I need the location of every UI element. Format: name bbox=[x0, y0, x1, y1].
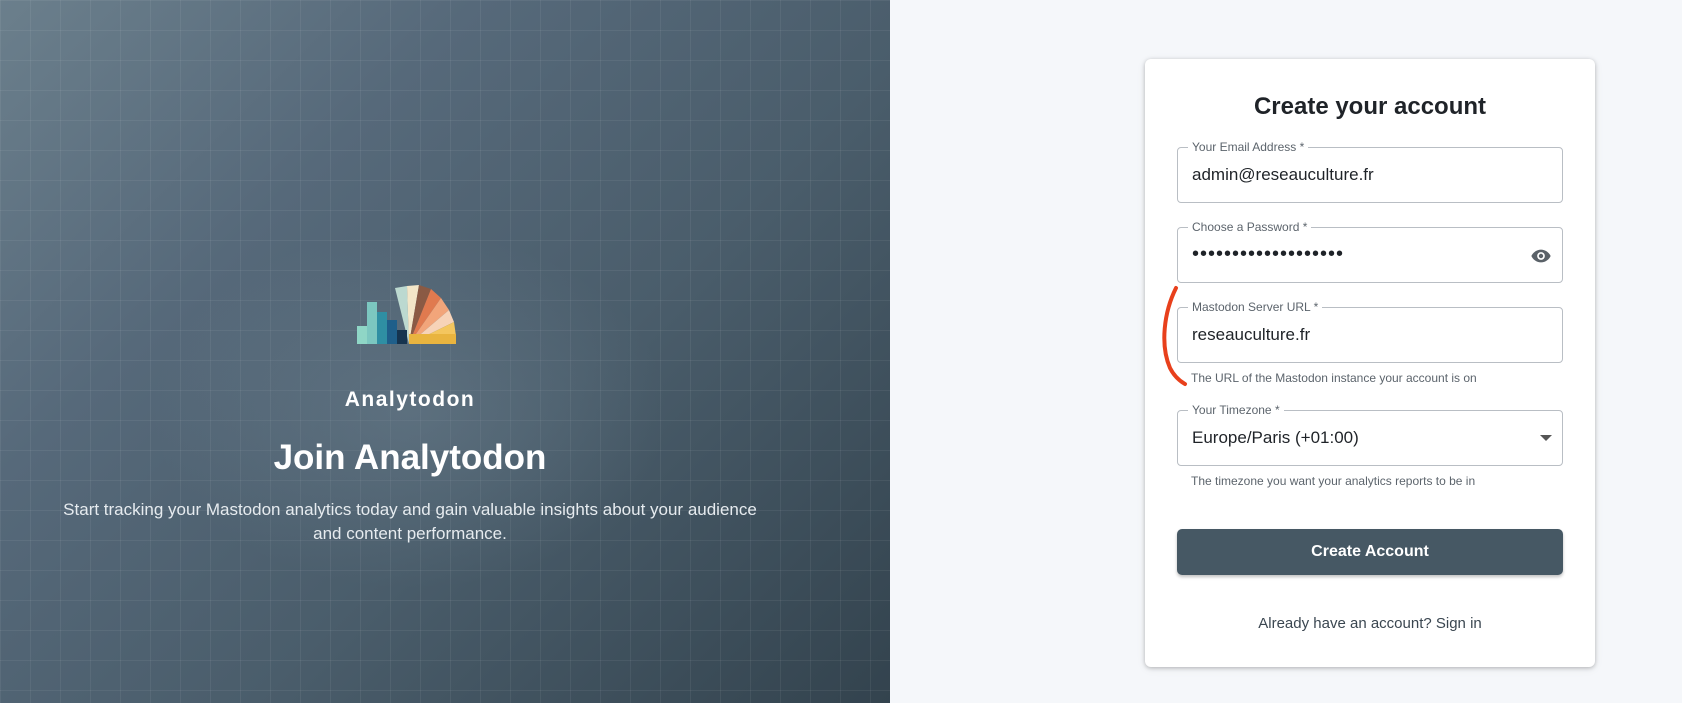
timezone-select-value[interactable]: Europe/Paris (+01:00) bbox=[1192, 428, 1514, 448]
password-field-value[interactable]: ••••••••••••••••••• bbox=[1192, 243, 1514, 266]
timezone-select[interactable]: Your Timezone * Europe/Paris (+01:00) bbox=[1177, 403, 1563, 466]
email-field-value[interactable]: admin@reseauculture.fr bbox=[1192, 165, 1514, 185]
analytodon-logo-icon bbox=[357, 285, 456, 344]
email-field-label: Your Email Address * bbox=[1188, 140, 1309, 154]
timezone-helper: The timezone you want your analytics rep… bbox=[1191, 474, 1476, 488]
timezone-select-label: Your Timezone * bbox=[1188, 403, 1284, 417]
server-url-field-value[interactable]: reseauculture.fr bbox=[1192, 325, 1514, 345]
hero-content: Analytodon Join Analytodon Start trackin… bbox=[0, 280, 820, 546]
form-side: Create your account Your Email Address *… bbox=[890, 0, 1682, 703]
create-account-button[interactable]: Create Account bbox=[1177, 529, 1563, 575]
password-field-label: Choose a Password * bbox=[1188, 220, 1312, 234]
chevron-down-icon[interactable] bbox=[1540, 435, 1552, 441]
eye-icon[interactable] bbox=[1530, 245, 1552, 267]
server-url-helper: The URL of the Mastodon instance your ac… bbox=[1191, 371, 1477, 385]
signin-row: Already have an account? Sign in bbox=[1145, 615, 1595, 632]
signup-card: Create your account Your Email Address *… bbox=[1145, 59, 1595, 667]
server-url-field[interactable]: Mastodon Server URL * reseauculture.fr bbox=[1177, 300, 1563, 363]
server-url-field-label: Mastodon Server URL * bbox=[1188, 300, 1323, 314]
brand-name: Analytodon bbox=[344, 388, 476, 411]
hero-title: Join Analytodon bbox=[273, 438, 547, 477]
signin-prompt: Already have an account? bbox=[1258, 615, 1432, 632]
hero-panel: Analytodon Join Analytodon Start trackin… bbox=[0, 0, 890, 703]
password-field[interactable]: Choose a Password * ••••••••••••••••••• bbox=[1177, 220, 1563, 283]
signin-link[interactable]: Sign in bbox=[1436, 615, 1482, 632]
email-field[interactable]: Your Email Address * admin@reseauculture… bbox=[1177, 140, 1563, 203]
card-title: Create your account bbox=[1253, 93, 1487, 120]
hero-subtitle: Start tracking your Mastodon analytics t… bbox=[63, 500, 757, 543]
